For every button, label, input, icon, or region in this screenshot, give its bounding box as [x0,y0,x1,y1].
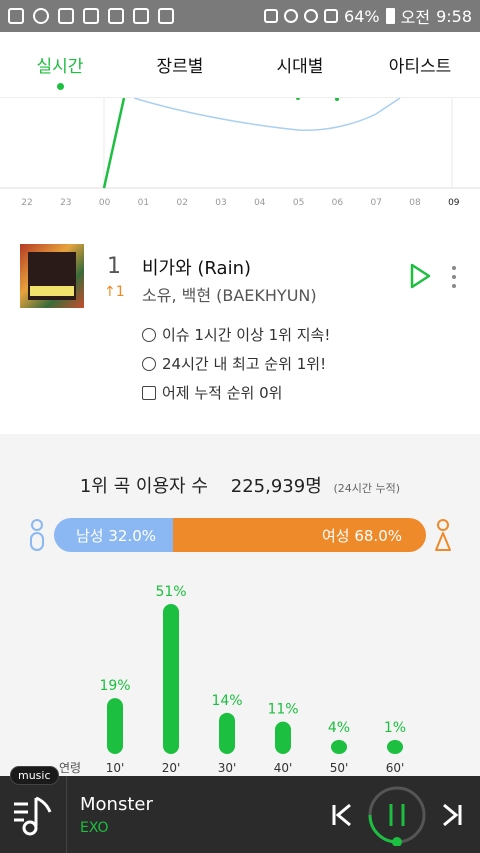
active-tab-indicator [57,83,64,90]
hour-axis: 22 23 00 01 02 03 04 05 06 07 08 09 [21,198,460,208]
app-icon [8,8,24,24]
tab-realtime[interactable]: 실시간 [0,32,120,97]
age-value-label: 51% [155,584,186,600]
hour-label: 08 [409,198,421,208]
calendar-icon [142,385,156,400]
status-bar: 64% 오전 9:58 [0,0,480,32]
wifi-icon [304,9,319,23]
age-category-label: 60' [386,761,405,774]
playlist-icon[interactable] [10,790,62,842]
age-bar [107,698,123,754]
battery-icon [385,8,395,24]
male-share: 남성 32.0% [54,518,174,552]
play-icon[interactable] [408,262,432,290]
hour-label: 07 [370,198,381,208]
age-value-label: 19% [99,678,130,694]
hour-label: 22 [21,198,32,208]
tab-genre[interactable]: 장르별 [120,32,240,97]
age-value-label: 4% [328,720,350,736]
more-vert-icon[interactable] [450,266,458,288]
hour-label: 23 [60,198,71,208]
hour-label: 04 [254,198,266,208]
gender-ratio-bar: 남성 32.0% 여성 68.0% [54,518,426,552]
age-value-label: 11% [267,702,298,718]
pause-button[interactable] [366,784,428,846]
rank-line-song [102,97,126,189]
heart-icon [83,8,99,24]
rank-line-other [133,97,401,132]
rank-change: ↑1 [104,284,125,300]
listener-stats: 1위 곡 이용자 수 225,939명 (24시간 누적) 남성 32.0% 여… [0,434,480,776]
listener-count: 1위 곡 이용자 수 225,939명 (24시간 누적) [79,476,401,497]
player-divider [66,776,67,853]
age-category-label: 20' [162,761,181,774]
song-artist[interactable]: 소유, 백현 (BAEKHYUN) [142,282,317,306]
record-icon [33,8,49,24]
tab-era[interactable]: 시대별 [240,32,360,97]
hour-label: 03 [215,198,226,208]
age-value-label: 1% [384,720,406,736]
image-icon [58,8,74,24]
next-icon[interactable] [440,802,464,828]
female-share: 여성 68.0% [173,518,426,552]
issue-icon [142,327,156,342]
age-category-label: 40' [274,761,293,774]
age-bar [219,712,235,754]
music-badge: music [10,766,59,785]
album-art[interactable] [20,244,84,308]
alarm-icon [284,9,299,23]
age-category-label: 10' [106,761,125,774]
hourly-rank-chart: 22 23 00 01 02 03 04 05 06 07 08 09 [0,96,480,212]
download-icon [108,8,124,24]
hour-label: 01 [138,198,149,208]
signal-icon [324,9,339,23]
hour-label: 00 [99,198,111,208]
hour-label: 05 [293,198,304,208]
rank-point [296,96,300,100]
now-playing-title[interactable]: Monster [80,794,153,815]
song-title[interactable]: 비가와 (Rain) [142,254,251,280]
hour-label: 09 [448,198,460,208]
fact-issue: 이슈 1시간 이상 1위 지속! [142,320,330,349]
age-bar [387,740,403,754]
age-category-label: 50' [330,761,349,774]
now-playing-artist[interactable]: EXO [80,820,109,836]
age-bar [163,604,179,754]
chart-tabs: 실시간 장르별 시대별 아티스트 [0,32,480,98]
hour-label: 06 [332,198,344,208]
age-bar [331,740,347,754]
fact-best-rank: 24시간 내 최고 순위 1위! [142,349,330,378]
clock-icon [142,356,156,371]
age-bar [275,721,291,754]
age-axis-label: 연령 [59,761,81,774]
clock: 9:58 [436,6,472,26]
song-facts: 이슈 1시간 이상 1위 지속! 24시간 내 최고 순위 1위! 어제 누적 … [142,320,330,407]
clipboard-icon [158,8,174,24]
previous-icon[interactable] [330,802,354,828]
mini-player: music Monster EXO [0,766,480,853]
age-category-label: 30' [218,761,237,774]
age-value-label: 14% [211,693,242,709]
rank-number: 1 [107,254,121,279]
mute-icon [264,9,279,23]
time-ampm: 오전 [400,8,431,27]
fact-yesterday-rank: 어제 누적 순위 0위 [142,378,330,407]
hour-label: 02 [176,198,187,208]
battery-percent: 64% [344,6,380,26]
file-icon [133,8,149,24]
female-icon [435,519,451,551]
tab-artist[interactable]: 아티스트 [360,32,480,97]
top-song-card: 1 ↑1 비가와 (Rain) 소유, 백현 (BAEKHYUN) 이슈 1시간… [0,232,480,432]
rank-point [335,97,339,101]
notification-icons [8,8,174,24]
age-bar-chart: 연령 19% 10' 51% 20' 14% 30' 11% 40' 4% 50' 1% 60' [59,584,406,774]
male-icon [30,519,44,551]
